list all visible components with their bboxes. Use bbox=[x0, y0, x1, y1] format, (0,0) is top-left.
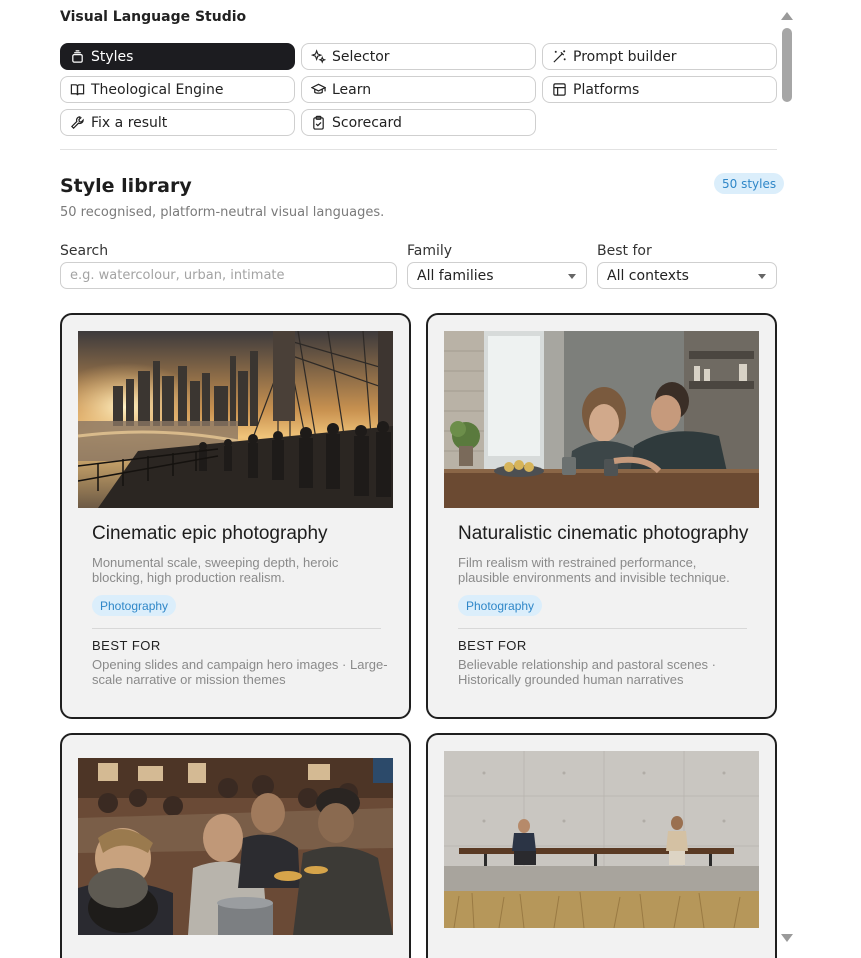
kitchen-conversation-photo bbox=[444, 331, 759, 508]
tab-label: Theological Engine bbox=[91, 81, 224, 98]
bench-concrete-wall-photo bbox=[444, 751, 759, 928]
book-open-icon bbox=[70, 84, 85, 96]
tab-label: Fix a result bbox=[91, 114, 168, 131]
magic-wand-icon bbox=[553, 50, 566, 63]
scroll-up-arrow-icon[interactable] bbox=[781, 12, 793, 20]
scroll-down-arrow-icon[interactable] bbox=[781, 934, 793, 942]
chevron-down-icon bbox=[758, 274, 766, 279]
header-divider bbox=[60, 149, 777, 150]
page-title: Style library bbox=[60, 175, 192, 197]
nav-grid: Styles Selector Prompt builder Theologic… bbox=[60, 43, 777, 136]
search-label: Search bbox=[60, 243, 109, 259]
wrench-icon bbox=[71, 116, 84, 129]
best-for-select[interactable]: All contexts bbox=[597, 262, 777, 289]
family-select-value: All families bbox=[417, 267, 494, 284]
sparkles-icon bbox=[311, 49, 326, 64]
best-for-text: Opening slides and campaign hero images … bbox=[92, 657, 388, 687]
tab-label: Learn bbox=[332, 81, 372, 98]
tab-label: Selector bbox=[332, 48, 390, 65]
card-image bbox=[78, 331, 393, 508]
community-kitchen-photo bbox=[78, 758, 393, 935]
best-for-heading: BEST FOR bbox=[458, 638, 527, 653]
card-image bbox=[78, 758, 393, 935]
app-title: Visual Language Studio bbox=[60, 9, 247, 25]
layout-icon bbox=[553, 83, 566, 96]
tab-label: Platforms bbox=[573, 81, 640, 98]
vertical-scrollbar[interactable] bbox=[779, 8, 795, 946]
style-count-badge: 50 styles bbox=[714, 173, 785, 194]
tab-learn[interactable]: Learn bbox=[301, 76, 536, 103]
layers-icon bbox=[72, 50, 83, 63]
card-description: Monumental scale, sweeping depth, heroic… bbox=[92, 555, 339, 585]
card-image bbox=[444, 751, 759, 928]
tab-label: Styles bbox=[91, 48, 134, 65]
style-card-cinematic-epic[interactable]: Cinematic epic photography Monumental sc… bbox=[60, 313, 411, 719]
style-card-4[interactable] bbox=[426, 733, 777, 958]
graduation-cap-icon bbox=[311, 83, 326, 94]
tab-label: Prompt builder bbox=[573, 48, 677, 65]
chevron-down-icon bbox=[568, 274, 576, 279]
card-description: Film realism with restrained performance… bbox=[458, 555, 730, 585]
scrollbar-thumb[interactable] bbox=[782, 28, 792, 102]
tab-label: Scorecard bbox=[332, 114, 402, 131]
tab-platforms[interactable]: Platforms bbox=[542, 76, 777, 103]
family-select[interactable]: All families bbox=[407, 262, 587, 289]
best-for-text: Believable relationship and pastoral sce… bbox=[458, 657, 716, 687]
tab-scorecard[interactable]: Scorecard bbox=[301, 109, 536, 136]
bridge-crowd-sunset-photo bbox=[78, 331, 393, 508]
family-label: Family bbox=[407, 243, 453, 259]
best-for-label: Best for bbox=[597, 243, 652, 259]
search-input[interactable] bbox=[60, 262, 397, 289]
clipboard-check-icon bbox=[313, 115, 324, 130]
tab-prompt-builder[interactable]: Prompt builder bbox=[542, 43, 777, 70]
best-for-select-value: All contexts bbox=[607, 267, 689, 284]
style-card-3[interactable] bbox=[60, 733, 411, 958]
tab-styles[interactable]: Styles bbox=[60, 43, 295, 70]
style-card-naturalistic-cinematic[interactable]: Naturalistic cinematic photography Film … bbox=[426, 313, 777, 719]
card-title: Cinematic epic photography bbox=[92, 523, 328, 544]
card-divider bbox=[92, 628, 381, 629]
page-subtitle: 50 recognised, platform-neutral visual l… bbox=[60, 205, 385, 220]
tab-selector[interactable]: Selector bbox=[301, 43, 536, 70]
tab-fix-a-result[interactable]: Fix a result bbox=[60, 109, 295, 136]
card-image bbox=[444, 331, 759, 508]
family-tag: Photography bbox=[92, 595, 177, 616]
card-divider bbox=[458, 628, 747, 629]
family-tag: Photography bbox=[458, 595, 543, 616]
best-for-heading: BEST FOR bbox=[92, 638, 161, 653]
card-title: Naturalistic cinematic photography bbox=[458, 523, 749, 544]
tab-theological-engine[interactable]: Theological Engine bbox=[60, 76, 295, 103]
